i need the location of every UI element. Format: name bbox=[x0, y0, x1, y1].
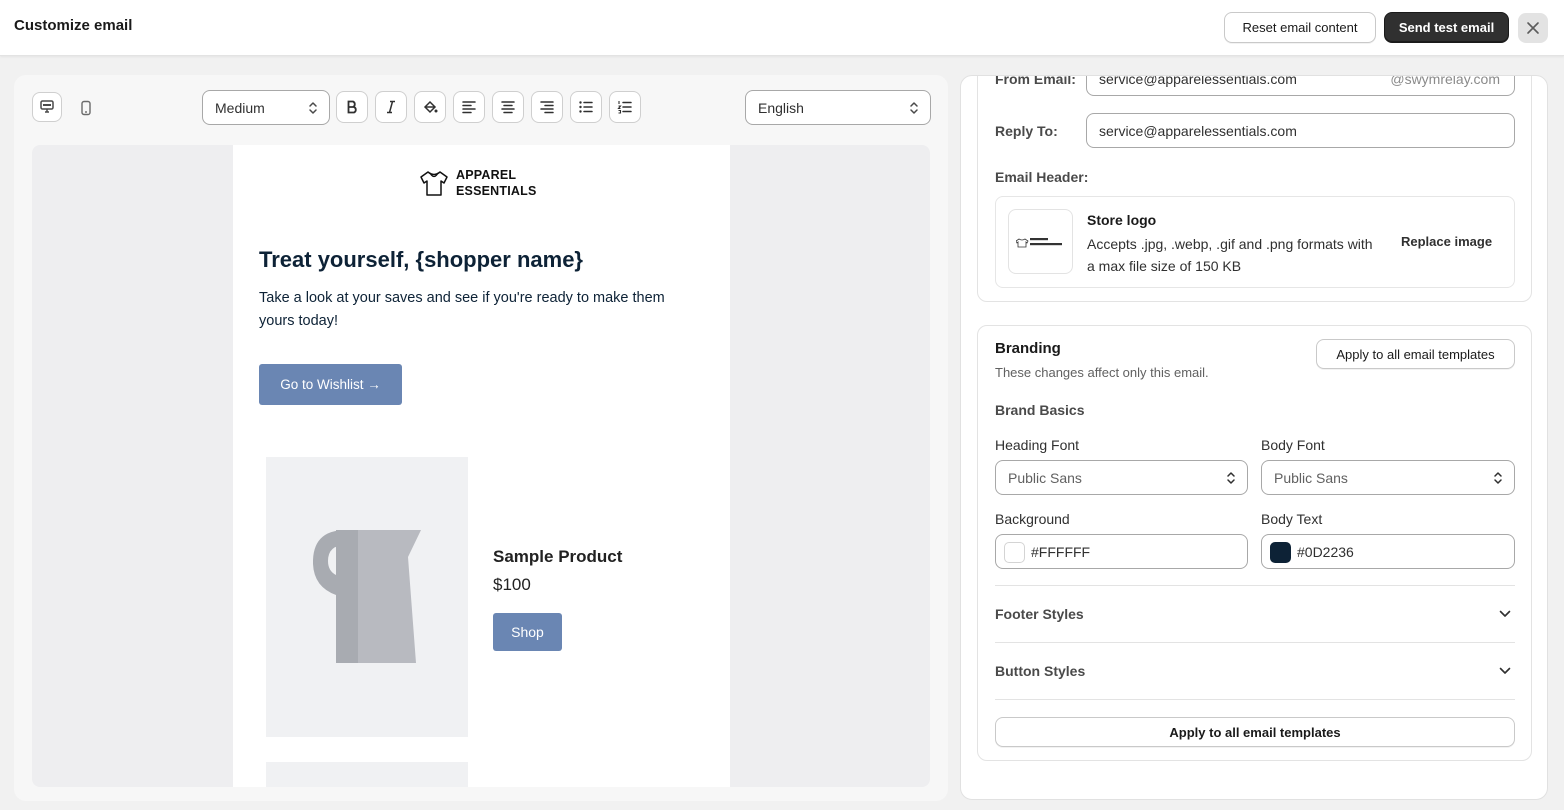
reset-email-content-button[interactable]: Reset email content bbox=[1224, 12, 1376, 43]
product-name: Sample Product bbox=[493, 547, 623, 566]
align-right-button[interactable] bbox=[531, 91, 563, 123]
button-styles-toggle[interactable]: Button Styles bbox=[995, 663, 1515, 683]
product-image bbox=[266, 762, 468, 787]
brand-basics-label: Brand Basics bbox=[995, 402, 1085, 418]
body-font-label: Body Font bbox=[1261, 437, 1325, 453]
align-center-button[interactable] bbox=[492, 91, 524, 123]
chevron-updown-icon bbox=[1227, 472, 1235, 484]
store-logo-title: Store logo bbox=[1087, 212, 1157, 228]
mobile-icon bbox=[81, 100, 91, 116]
from-email-input[interactable]: service@apparelessentials.com @swymrelay… bbox=[1086, 75, 1515, 96]
store-logo: APPAREL ESSENTIALS bbox=[418, 167, 537, 199]
background-label: Background bbox=[995, 511, 1070, 527]
email-preview-canvas: APPAREL ESSENTIALS Treat yourself, {shop… bbox=[32, 145, 930, 787]
bullet-list-icon bbox=[579, 101, 593, 113]
email-preview: APPAREL ESSENTIALS Treat yourself, {shop… bbox=[233, 145, 730, 787]
product-price: $100 bbox=[493, 575, 531, 594]
desktop-icon bbox=[40, 100, 54, 113]
close-icon bbox=[1527, 22, 1539, 34]
from-email-value: service@apparelessentials.com bbox=[1099, 75, 1297, 87]
email-editor-panel: Medium English APPAREL ESSENTIALS Treat … bbox=[14, 75, 948, 801]
mobile-view-button[interactable] bbox=[71, 92, 101, 124]
numbered-list-button[interactable] bbox=[609, 91, 641, 123]
footer-styles-toggle[interactable]: Footer Styles bbox=[995, 606, 1515, 626]
font-size-value: Medium bbox=[215, 99, 265, 116]
body-font-select[interactable]: Public Sans bbox=[1261, 460, 1515, 495]
branding-card: Branding These changes affect only this … bbox=[977, 325, 1532, 761]
body-text-label: Body Text bbox=[1261, 511, 1323, 527]
branding-subtitle: These changes affect only this email. bbox=[995, 365, 1209, 380]
heading-font-select[interactable]: Public Sans bbox=[995, 460, 1248, 495]
numbered-list-icon bbox=[617, 101, 632, 114]
from-email-label: From Email: bbox=[995, 75, 1076, 87]
shirt-logo-icon bbox=[420, 171, 448, 196]
chevron-updown-icon bbox=[309, 102, 317, 114]
bold-button[interactable] bbox=[336, 91, 368, 123]
reply-to-label: Reply To: bbox=[995, 123, 1058, 139]
align-left-icon bbox=[462, 101, 476, 114]
apply-to-all-templates-button[interactable]: Apply to all email templates bbox=[1316, 339, 1515, 369]
email-header-label: Email Header: bbox=[995, 169, 1089, 185]
language-select[interactable]: English bbox=[745, 90, 931, 125]
body-text-color-input[interactable]: #0D2236 bbox=[1261, 534, 1515, 569]
font-size-select[interactable]: Medium bbox=[202, 90, 330, 125]
align-right-icon bbox=[540, 101, 554, 114]
top-bar: Customize email Reset email content Send… bbox=[0, 0, 1564, 56]
heading-font-value: Public Sans bbox=[1008, 469, 1082, 486]
fill-color-icon bbox=[423, 100, 438, 114]
body-text-color-swatch[interactable] bbox=[1270, 542, 1291, 563]
store-logo-thumbnail bbox=[1008, 209, 1073, 274]
italic-button[interactable] bbox=[375, 91, 407, 123]
chevron-down-icon bbox=[1499, 667, 1511, 674]
align-center-icon bbox=[501, 101, 515, 114]
email-body-text[interactable]: Take a look at your saves and see if you… bbox=[259, 287, 699, 333]
email-heading[interactable]: Treat yourself, {shopper name} bbox=[259, 247, 583, 273]
bullet-list-button[interactable] bbox=[570, 91, 602, 123]
page-title: Customize email bbox=[14, 17, 133, 34]
background-color-value: #FFFFFF bbox=[1031, 543, 1091, 560]
logo-line2: ESSENTIALS bbox=[456, 184, 537, 198]
settings-panel: From Email: service@apparelessentials.co… bbox=[960, 75, 1548, 800]
background-color-input[interactable]: #FFFFFF bbox=[995, 534, 1248, 569]
from-email-suffix: @swymrelay.com bbox=[1390, 75, 1500, 87]
divider bbox=[995, 585, 1515, 586]
heading-font-label: Heading Font bbox=[995, 437, 1080, 453]
sender-card: From Email: service@apparelessentials.co… bbox=[977, 75, 1532, 302]
bold-icon bbox=[347, 100, 357, 114]
logo-thumbnail-icon bbox=[1015, 237, 1062, 247]
divider bbox=[995, 699, 1515, 700]
replace-image-button[interactable]: Replace image bbox=[1401, 234, 1492, 249]
product-image bbox=[266, 457, 468, 737]
go-to-wishlist-button[interactable]: Go to Wishlist → bbox=[259, 364, 402, 405]
button-styles-label: Button Styles bbox=[995, 663, 1086, 679]
store-logo-description: Accepts .jpg, .webp, .gif and .png forma… bbox=[1087, 236, 1373, 274]
language-value: English bbox=[758, 99, 804, 116]
background-color-swatch[interactable] bbox=[1004, 542, 1025, 563]
pitcher-icon bbox=[312, 530, 421, 663]
apply-to-all-templates-bottom-button[interactable]: Apply to all email templates bbox=[995, 717, 1515, 747]
divider bbox=[995, 642, 1515, 643]
desktop-view-button[interactable] bbox=[32, 92, 62, 122]
chevron-down-icon bbox=[1499, 610, 1511, 617]
chevron-updown-icon bbox=[1494, 472, 1502, 484]
send-test-email-button[interactable]: Send test email bbox=[1384, 12, 1509, 43]
shop-button[interactable]: Shop bbox=[493, 613, 562, 651]
logo-line1: APPAREL bbox=[456, 168, 517, 182]
align-left-button[interactable] bbox=[453, 91, 485, 123]
branding-title: Branding bbox=[995, 340, 1061, 357]
italic-icon bbox=[387, 100, 395, 114]
footer-styles-label: Footer Styles bbox=[995, 606, 1084, 622]
reply-to-input[interactable]: service@apparelessentials.com bbox=[1086, 113, 1515, 148]
close-button[interactable] bbox=[1518, 13, 1548, 43]
body-text-color-value: #0D2236 bbox=[1297, 543, 1354, 560]
body-font-value: Public Sans bbox=[1274, 469, 1348, 486]
chevron-updown-icon bbox=[910, 102, 918, 114]
store-logo-uploader: Store logo Accepts .jpg, .webp, .gif and… bbox=[995, 196, 1515, 288]
fill-color-button[interactable] bbox=[414, 91, 446, 123]
